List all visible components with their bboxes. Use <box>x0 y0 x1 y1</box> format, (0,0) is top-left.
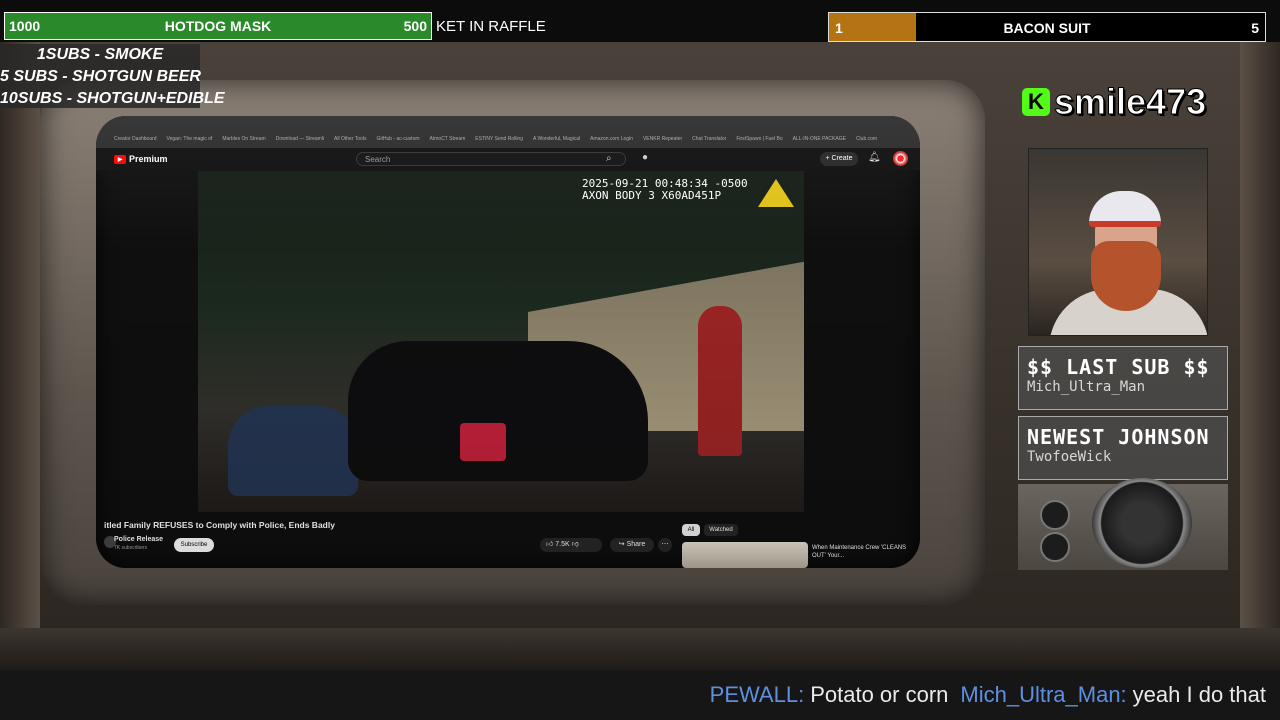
chat-ticker: PEWALL: Potato or corn Mich_Ultra_Man: y… <box>0 670 1280 720</box>
share-label: Share <box>626 541 646 548</box>
bookmark[interactable]: A Wonderful, Magical <box>533 136 580 148</box>
sub-incentive: 1SUBS - SMOKE <box>36 46 164 63</box>
youtube-play-icon: ▶ <box>114 154 126 164</box>
sub-incentive: 10SUBS - SHOTGUN+EDIBLE <box>0 90 225 107</box>
bodycam-timestamp: 2025-09-21 00:48:34 -0500 AXON BODY 3 X6… <box>582 178 748 202</box>
channel-name[interactable]: Police Release <box>114 536 163 543</box>
raffle-ticker: KET IN RAFFLE <box>436 18 546 35</box>
thumbs-down-icon[interactable]: 👎︎ <box>570 541 579 548</box>
newest-follower-value: TwofoeWick <box>1027 449 1112 465</box>
chat-message: yeah I do that <box>1132 682 1266 707</box>
bookmark[interactable]: Vegan: The magic of <box>167 136 213 148</box>
search-icon[interactable]: ⌕ <box>606 153 612 164</box>
newest-follower-box: NEWEST JOHNSON TwofoeWick <box>1018 416 1228 480</box>
bookmark[interactable]: Amazon.com Login <box>590 136 633 148</box>
goal-label: BACON SUIT <box>1003 20 1091 36</box>
sub-incentive-list: 1SUBS - SMOKE 5 SUBS - SHOTGUN BEER 10SU… <box>0 44 225 108</box>
kick-logo-icon: K <box>1022 88 1050 116</box>
more-options-icon[interactable]: ⋯ <box>658 538 672 552</box>
last-sub-box: $$ LAST SUB $$ Mich_Ultra_Man <box>1018 346 1228 410</box>
account-avatar[interactable] <box>893 151 908 166</box>
tv-bottom <box>0 628 1280 670</box>
youtube-logo-text: Premium <box>129 154 168 164</box>
newest-follower-title: NEWEST JOHNSON <box>1027 425 1210 449</box>
webcam-feed <box>1028 148 1208 336</box>
search-input[interactable]: Search <box>356 152 626 166</box>
bookmark[interactable]: Marbles On Stream <box>222 136 265 148</box>
streamer-username: smile473 <box>1053 81 1207 123</box>
chat-username: PEWALL: <box>709 682 805 707</box>
video-player[interactable]: 2025-09-21 00:48:34 -0500 AXON BODY 3 X6… <box>198 171 804 512</box>
bookmarks-bar: Creator Dashboard Vegan: The magic of Ma… <box>96 136 920 148</box>
video-title: itled Family REFUSES to Comply with Poli… <box>104 520 335 530</box>
tv-side-left <box>0 42 40 670</box>
goal-bar-bacon: 1 BACON SUIT 5 <box>828 12 1266 42</box>
filter-chip-watched[interactable]: Watched <box>704 524 738 536</box>
bookmark[interactable]: AtmoCT Stream <box>430 136 466 148</box>
tv-small-knob <box>1040 500 1070 530</box>
chat-message: Potato or corn <box>810 682 949 707</box>
youtube-logo[interactable]: ▶ Premium <box>114 154 168 164</box>
like-button[interactable]: 👍︎ 7.5K 👎︎ <box>540 538 602 552</box>
bookmark[interactable]: Club.com <box>856 136 877 148</box>
video-scene-person <box>698 306 742 456</box>
axon-logo-icon <box>758 179 794 207</box>
subscriber-count: 7K subscribers <box>114 545 148 551</box>
recommended-thumbnail[interactable] <box>682 542 808 568</box>
like-count: 7.5K <box>555 541 570 548</box>
youtube-header: ▶ Premium Search ⌕ ● + Create 🔔︎ <box>96 148 920 170</box>
create-button[interactable]: + Create <box>820 152 858 166</box>
sub-incentive: 5 SUBS - SHOTGUN BEER <box>0 68 201 85</box>
webcam-person-beard <box>1091 241 1161 311</box>
tv-dial-knob <box>1092 478 1192 568</box>
share-icon: ↪ <box>618 541 627 548</box>
share-button[interactable]: ↪ Share <box>610 538 654 552</box>
bookmark[interactable]: GitHub - ac-custom <box>376 136 419 148</box>
recommended-title[interactable]: When Maintenance Crew 'CLEANS OUT' Your.… <box>812 544 912 560</box>
bodycam-device: AXON BODY 3 X60AD451P <box>582 189 722 202</box>
video-scene-car <box>228 406 358 496</box>
subscribe-button[interactable]: Subscribe <box>174 538 214 552</box>
streamer-name: K smile473 <box>1022 81 1232 123</box>
last-sub-value: Mich_Ultra_Man <box>1027 379 1146 395</box>
bookmark[interactable]: ALL-IN-ONE PACKAGE <box>793 136 846 148</box>
filter-chip-all[interactable]: All <box>682 524 700 536</box>
goal-bar-hotdog: 1000 HOTDOG MASK 500 <box>4 12 432 40</box>
video-scene-taillight <box>460 423 506 461</box>
bell-icon[interactable]: 🔔︎ <box>868 152 881 163</box>
bookmark[interactable]: ESTINY Send Rolling <box>475 136 523 148</box>
bookmark[interactable]: Chat Translator <box>692 136 726 148</box>
bookmark[interactable]: Download — Streamli <box>276 136 324 148</box>
tv-screen: Creator Dashboard Vegan: The magic of Ma… <box>96 116 920 568</box>
bookmark[interactable]: All Other Tools <box>334 136 366 148</box>
chat-username: Mich_Ultra_Man: <box>960 682 1127 707</box>
bookmark[interactable]: Creator Dashboard <box>114 136 157 148</box>
last-sub-title: $$ LAST SUB $$ <box>1027 355 1210 379</box>
goal-label: HOTDOG MASK <box>164 18 272 34</box>
goal-end-value: 5 <box>1251 20 1259 36</box>
webcam-person-cap <box>1089 191 1161 227</box>
tv-small-knob <box>1040 532 1070 562</box>
bookmark[interactable]: VENKR Repeater <box>643 136 682 148</box>
bookmark[interactable]: FirstSpawn | Fuel Bo <box>736 136 782 148</box>
thumbs-up-icon: 👍︎ <box>546 541 556 548</box>
tv-side-right <box>1240 42 1280 670</box>
microphone-icon[interactable]: ● <box>642 152 648 163</box>
